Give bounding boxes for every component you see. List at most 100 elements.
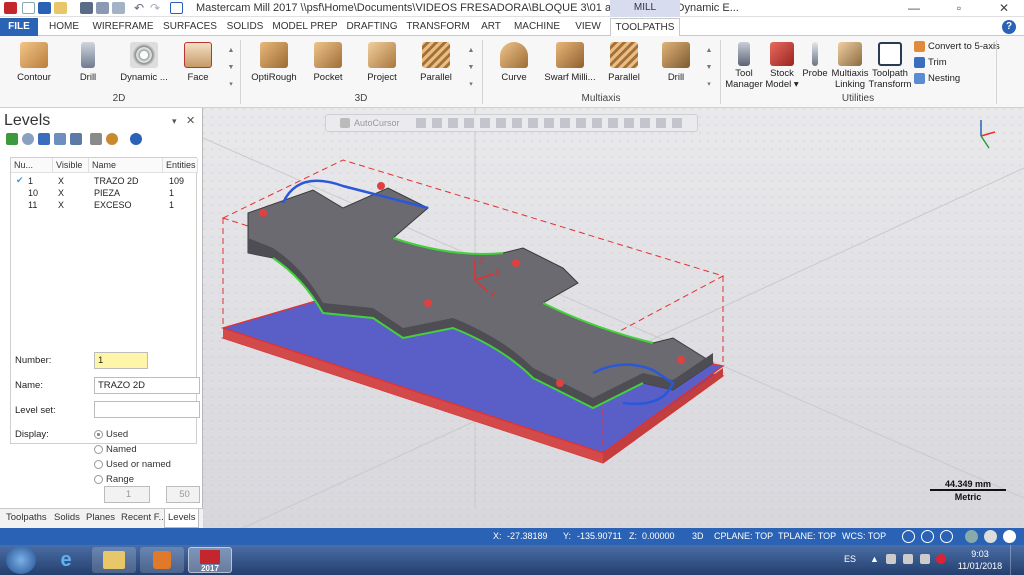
save-icon[interactable] [38,2,51,14]
table-row-visible[interactable]: X [55,188,64,198]
convert-5axis-button[interactable]: Convert to 5-axis [914,41,1000,52]
radio-named[interactable]: Named [94,444,137,455]
undo-icon[interactable]: ↶ [134,1,144,15]
globe-zoom-icon[interactable] [940,530,953,543]
tray-arrow-icon[interactable]: ▲ [870,554,879,564]
globe-rotate-icon[interactable] [921,530,934,543]
network-icon[interactable] [903,554,913,564]
tab-solids[interactable]: SOLIDS [224,18,266,36]
tab-home[interactable]: HOME [44,18,84,36]
table-row-visible[interactable]: X [55,200,64,210]
face-button[interactable]: Face [178,36,218,83]
parallel-3d-button[interactable]: Parallel [414,36,458,83]
globe-icon[interactable] [902,530,915,543]
start-button-icon[interactable] [6,546,36,574]
stock-model-button[interactable]: Stock Model ▾ [764,36,800,90]
mastercam-logo-icon[interactable] [4,2,17,14]
clock-date[interactable]: 11/01/2018 [955,561,1005,571]
tab-solids-panel[interactable]: Solids [54,512,80,523]
tab-toolpaths-panel[interactable]: Toolpaths [6,512,47,523]
table-row-number[interactable]: 1 [25,176,33,186]
save-as-icon[interactable] [112,2,125,14]
language-indicator[interactable]: ES [844,554,856,564]
find-level-icon[interactable] [22,133,34,145]
name-field[interactable]: TRAZO 2D [94,377,200,394]
media-player-icon[interactable] [140,547,184,573]
range-to-field[interactable]: 50 [166,486,200,503]
open-folder-icon[interactable] [54,2,67,14]
column-header-name[interactable]: Name [89,158,163,173]
probe-button[interactable]: Probe [800,36,830,79]
project-button[interactable]: Project [360,36,404,83]
drill-button[interactable]: Drill [66,36,110,83]
help-icon[interactable] [130,133,142,145]
nesting-button[interactable]: Nesting [914,73,960,84]
set-main-level-icon[interactable] [70,133,82,145]
range-from-field[interactable]: 1 [104,486,150,503]
security-icon[interactable] [936,554,946,564]
table-row-number[interactable]: 11 [25,200,37,210]
wcs-status[interactable]: WCS: TOP [842,531,886,541]
radio-range[interactable]: Range [94,474,134,485]
tab-wireframe[interactable]: WIREFRAME [92,18,154,36]
tab-recent-functions-panel[interactable]: Recent F... [121,512,166,523]
mastercam-taskbar-icon[interactable]: 2017 [188,547,232,573]
panel-menu-icon[interactable]: ▾ [172,116,177,127]
transparency-icon[interactable] [1003,530,1016,543]
column-header-entities[interactable]: Entities [163,158,198,173]
level-properties-icon[interactable] [90,133,102,145]
tab-model-prep[interactable]: MODEL PREP [272,18,338,36]
tab-transform[interactable]: TRANSFORM [406,18,470,36]
table-row-name[interactable]: TRAZO 2D [91,176,139,186]
parallel-multiaxis-button[interactable]: Parallel [602,36,646,83]
lock-icon[interactable] [340,118,350,128]
mode-3d[interactable]: 3D [692,531,704,541]
tool-manager-button[interactable]: Tool Manager [724,36,764,90]
tray-flag-icon[interactable] [886,554,896,564]
selection-tools-icons[interactable] [416,118,686,128]
internet-explorer-icon[interactable]: e [44,547,88,573]
clock-time[interactable]: 9:03 [962,549,998,559]
table-row-name[interactable]: PIEZA [91,188,120,198]
customize-icon[interactable] [170,2,183,14]
pocket-button[interactable]: Pocket [306,36,350,83]
level-set-field[interactable] [94,401,200,418]
new-file-icon[interactable] [22,2,35,14]
autocursor-label[interactable]: AutoCursor [354,118,400,128]
minimize-button[interactable]: — [900,1,928,15]
drill-multiaxis-button[interactable]: Drill [656,36,696,83]
number-field[interactable]: 1 [94,352,148,369]
column-header-visible[interactable]: Visible [53,158,89,173]
add-level-icon[interactable] [6,133,18,145]
help-icon[interactable]: ? [1002,20,1016,34]
optirough-button[interactable]: OptiRough [250,36,298,83]
table-row-visible[interactable]: X [55,176,64,186]
tab-toolpaths[interactable]: TOOLPATHS [610,18,680,37]
group-3d-scroll[interactable]: ▲ ▼ ▾ [466,42,476,94]
layers-all-icon[interactable] [54,133,66,145]
close-button[interactable]: ✕ [990,1,1018,15]
gear-icon[interactable] [106,133,118,145]
graphics-viewport[interactable]: Z X Y AutoCursor 44.349 mm Metric [203,108,1024,528]
layers-icon[interactable] [38,133,50,145]
table-row-number[interactable]: 10 [25,188,38,198]
shading-icon[interactable] [965,530,978,543]
tab-file[interactable]: FILE [0,18,38,36]
tab-planes-panel[interactable]: Planes [86,512,115,523]
volume-icon[interactable] [920,554,930,564]
curve-button[interactable]: Curve [492,36,536,83]
tab-drafting[interactable]: DRAFTING [344,18,400,36]
file-explorer-icon[interactable] [92,547,136,573]
cplane-status[interactable]: CPLANE: TOP [714,531,773,541]
tplane-status[interactable]: TPLANE: TOP [778,531,836,541]
tab-levels-panel[interactable]: Levels [164,509,200,528]
tab-machine[interactable]: MACHINE [512,18,562,36]
dynamic-button[interactable]: Dynamic ... [116,36,172,83]
panel-close-icon[interactable]: ✕ [186,114,195,127]
swarf-milling-button[interactable]: Swarf Milli... [542,36,598,83]
contour-button[interactable]: Contour [10,36,58,83]
toolpath-transform-button[interactable]: Toolpath Transform [868,36,912,90]
tab-view[interactable]: VIEW [570,18,606,36]
trim-button[interactable]: Trim [914,57,947,68]
multiaxis-linking-button[interactable]: Multiaxis Linking [830,36,870,90]
